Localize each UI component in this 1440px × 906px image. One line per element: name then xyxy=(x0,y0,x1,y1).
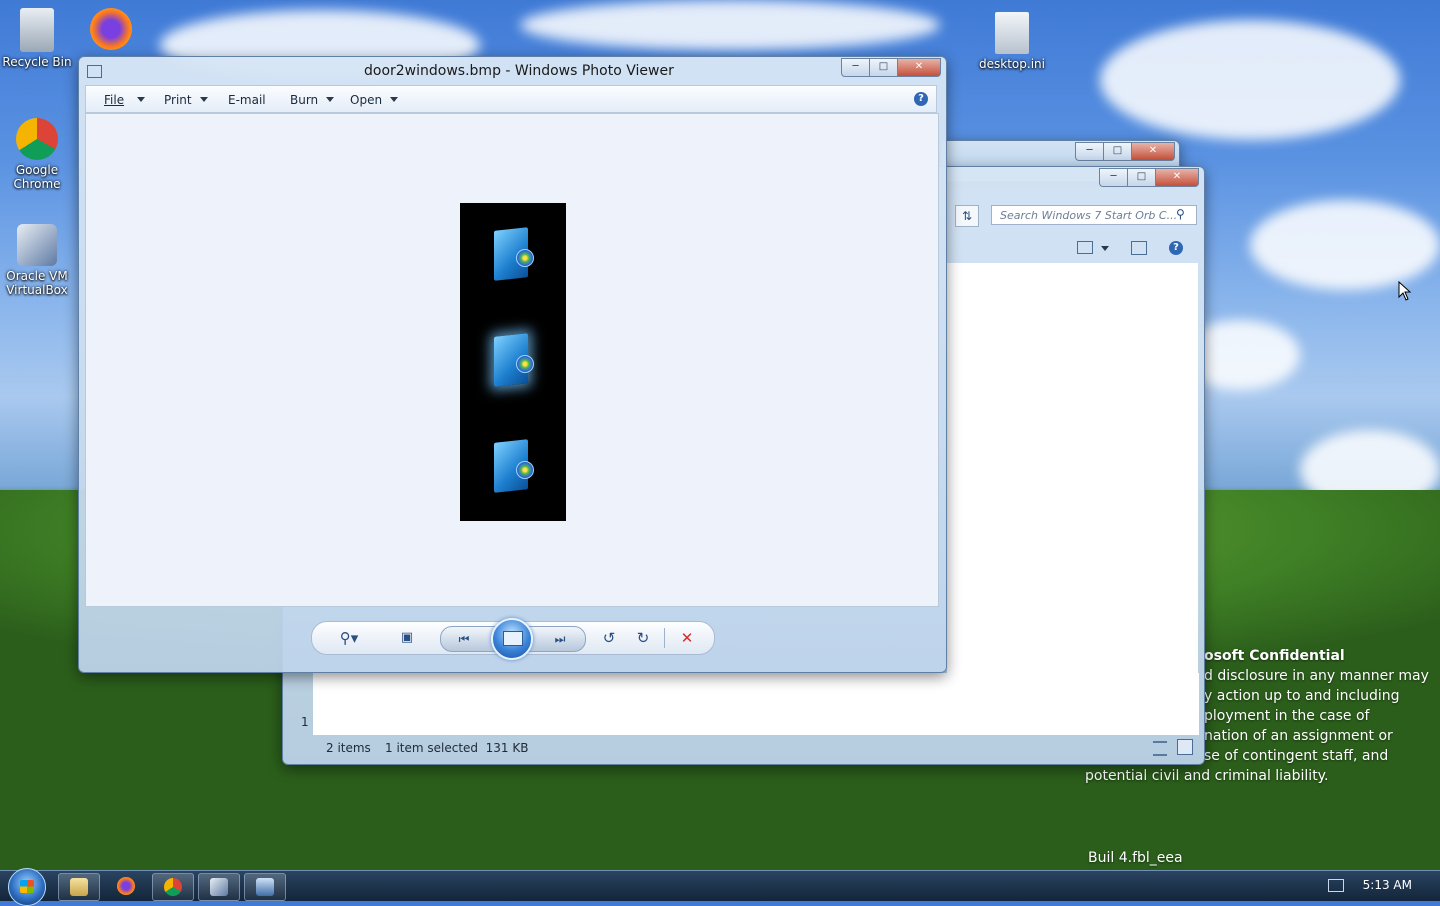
taskbar-photo-viewer[interactable] xyxy=(244,873,286,901)
door-icon xyxy=(488,331,538,389)
folder-icon xyxy=(70,878,88,896)
desktop-icon-desktop-ini[interactable]: desktop.ini xyxy=(975,12,1049,71)
watermark-line: nation of an assignment or xyxy=(1204,728,1393,744)
preview-pane-icon[interactable] xyxy=(1131,241,1147,255)
file-list[interactable] xyxy=(947,263,1198,733)
help-icon[interactable]: ? xyxy=(914,92,928,106)
divider xyxy=(664,628,665,648)
firefox-icon xyxy=(117,877,135,895)
details-area xyxy=(313,673,1199,735)
chevron-down-icon[interactable] xyxy=(390,97,398,102)
nav-pane-fragment: 1 xyxy=(301,715,309,729)
previous-icon[interactable]: ⏮ xyxy=(453,629,475,649)
menu-open[interactable]: Open xyxy=(350,93,382,107)
door-icon xyxy=(488,225,538,283)
taskbar-chrome[interactable] xyxy=(152,873,194,901)
taskbar-virtualbox[interactable] xyxy=(198,873,240,901)
network-icon[interactable] xyxy=(1328,879,1344,892)
watermark-line: se of contingent staff, and xyxy=(1204,748,1389,764)
chevron-down-icon[interactable] xyxy=(200,97,208,102)
displayed-image xyxy=(460,203,566,521)
maximize-icon[interactable]: □ xyxy=(869,58,897,77)
chevron-down-icon[interactable] xyxy=(137,97,145,102)
minimize-icon[interactable]: ─ xyxy=(841,58,869,77)
photo-viewer-window[interactable]: door2windows.bmp - Windows Photo Viewer … xyxy=(78,56,947,673)
firefox-icon xyxy=(90,8,132,50)
zoom-icon[interactable]: ⚲▾ xyxy=(338,628,360,648)
chevron-down-icon[interactable] xyxy=(1101,246,1109,251)
watermark-line: osoft Confidential xyxy=(1204,648,1345,664)
next-icon[interactable]: ⏭ xyxy=(549,629,571,649)
watermark-line: potential civil and criminal liability. xyxy=(1085,768,1329,784)
watermark-line: d disclosure in any manner may xyxy=(1204,668,1429,684)
desktop-icon-label: Recycle Bin xyxy=(2,55,72,69)
desktop-icon-firefox[interactable] xyxy=(74,8,148,53)
window-controls: ─ □ ✕ xyxy=(1075,142,1175,161)
close-icon[interactable]: ✕ xyxy=(1131,142,1175,161)
watermark-line: ployment in the case of xyxy=(1204,708,1370,724)
desktop-icon-google-chrome[interactable]: Google Chrome xyxy=(0,118,74,191)
desktop-icon-oracle-vm-virtualbox[interactable]: Oracle VM VirtualBox xyxy=(0,224,74,297)
fit-window-icon[interactable]: ▣ xyxy=(396,628,418,648)
chrome-icon xyxy=(16,118,58,160)
desktop-icon-recycle-bin[interactable]: Recycle Bin xyxy=(0,8,74,69)
photo-viewer-icon xyxy=(256,878,274,896)
minimize-icon[interactable]: ─ xyxy=(1099,168,1127,187)
maximize-icon[interactable]: □ xyxy=(1103,142,1131,161)
chevron-down-icon[interactable] xyxy=(326,97,334,102)
menu-burn[interactable]: Burn xyxy=(290,93,318,107)
photo-viewer-app-icon xyxy=(87,65,102,78)
rotate-ccw-icon[interactable]: ↺ xyxy=(598,628,620,648)
view-options-icon[interactable] xyxy=(1077,241,1093,254)
taskbar: 5:13 AM xyxy=(0,868,1440,906)
chrome-icon xyxy=(164,878,182,896)
search-icon[interactable]: ⚲ xyxy=(1176,207,1185,221)
watermark-line: y action up to and including xyxy=(1204,688,1400,704)
start-button[interactable] xyxy=(8,868,46,906)
refresh-icon[interactable]: ⇅ xyxy=(955,205,979,227)
door-icon xyxy=(488,437,538,495)
menu-print[interactable]: Print xyxy=(164,93,192,107)
details-view-icon[interactable] xyxy=(1153,741,1167,756)
window-controls: ─ □ ✕ xyxy=(841,58,941,77)
rotate-cw-icon[interactable]: ↻ xyxy=(632,628,654,648)
build-line: Buil 4.fbl_eea xyxy=(1088,850,1183,866)
close-icon[interactable]: ✕ xyxy=(1155,168,1199,187)
slideshow-icon[interactable] xyxy=(491,618,533,660)
settings-file-icon xyxy=(995,12,1029,54)
image-viewport[interactable] xyxy=(85,113,939,607)
virtualbox-icon xyxy=(210,878,228,896)
recycle-bin-icon xyxy=(20,8,54,52)
desktop-icon-label: Google Chrome xyxy=(13,163,61,191)
taskbar-explorer[interactable] xyxy=(58,873,100,901)
clock[interactable]: 5:13 AM xyxy=(1363,878,1412,892)
menu-file[interactable]: File xyxy=(104,93,124,107)
status-item-count: 2 items xyxy=(326,741,371,755)
windows-logo-icon xyxy=(20,880,34,893)
window-controls: ─ □ ✕ xyxy=(1099,168,1199,187)
desktop-icon-label: Oracle VM VirtualBox xyxy=(6,269,68,297)
taskbar-firefox[interactable] xyxy=(106,873,146,899)
large-icons-view-icon[interactable] xyxy=(1177,739,1193,755)
menu-email[interactable]: E-mail xyxy=(228,93,266,107)
mouse-cursor-icon xyxy=(1398,281,1412,301)
status-selection: 1 item selected 131 KB xyxy=(385,741,529,755)
control-bar: ⚲▾ ▣ ⏮ ⏭ ↺ ↻ ✕ xyxy=(311,618,715,660)
help-icon[interactable]: ? xyxy=(1169,241,1183,255)
window-title: door2windows.bmp - Windows Photo Viewer xyxy=(364,63,674,79)
desktop-icon-label: desktop.ini xyxy=(979,57,1045,71)
delete-icon[interactable]: ✕ xyxy=(676,628,698,648)
close-icon[interactable]: ✕ xyxy=(897,58,941,77)
minimize-icon[interactable]: ─ xyxy=(1075,142,1103,161)
maximize-icon[interactable]: □ xyxy=(1127,168,1155,187)
virtualbox-icon xyxy=(17,224,57,266)
menu-bar: File Print E-mail Burn Open ? xyxy=(85,85,937,113)
search-input[interactable]: Search Windows 7 Start Orb C... xyxy=(991,205,1197,225)
